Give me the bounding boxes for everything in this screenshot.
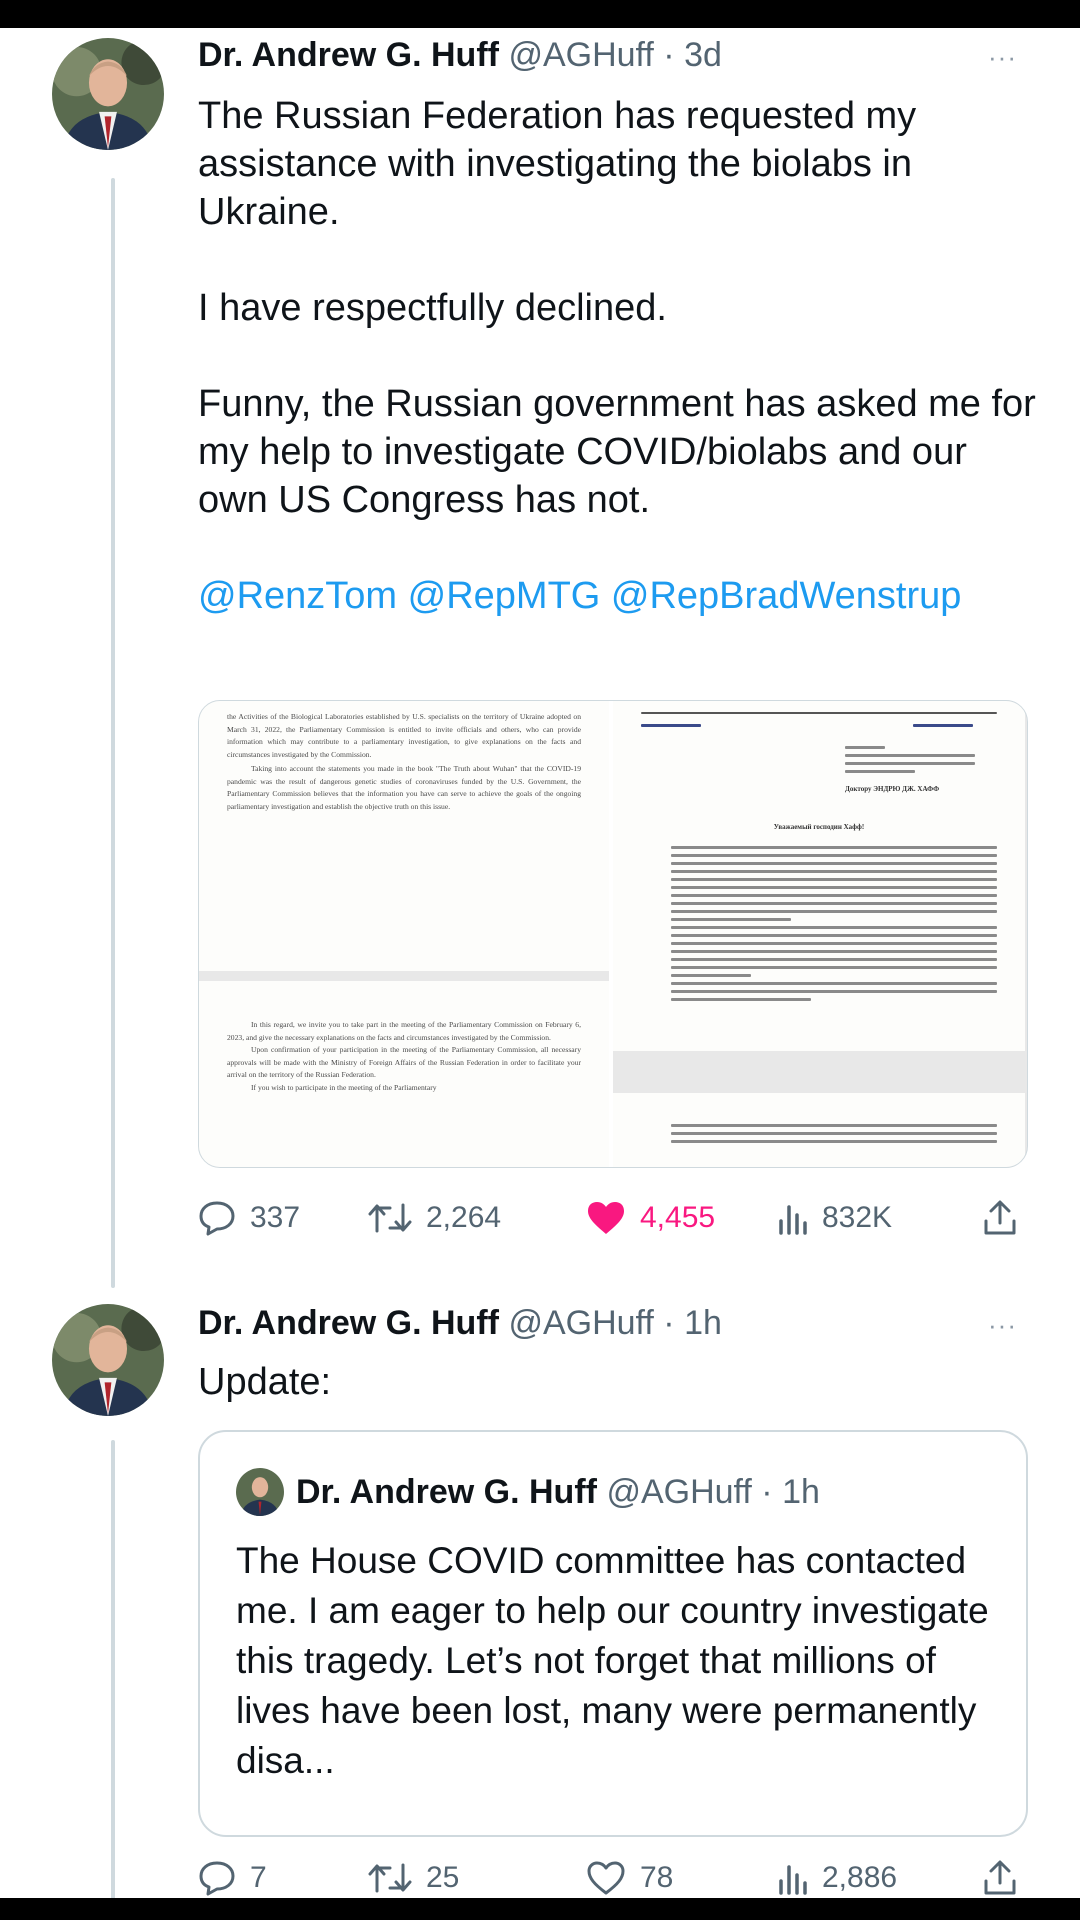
timestamp[interactable]: 1h [684, 1304, 722, 1342]
like-button[interactable]: 4,455 [586, 1198, 715, 1238]
timestamp[interactable]: 3d [684, 36, 722, 74]
tweet-header: Dr. Andrew G. Huff @AGHuff · 3d [198, 34, 722, 76]
letter-text: If you wish to participate in the meetin… [251, 1082, 437, 1092]
tweet-paragraph: The Russian Federation has requested my … [198, 95, 917, 233]
views-chart-icon [779, 1865, 807, 1895]
letter-body-lines [671, 841, 997, 1006]
reply-button[interactable]: 7 [198, 1858, 267, 1898]
thread-connector-line [111, 178, 115, 1288]
letter-salutation: Уважаемый господин Хафф! [773, 823, 865, 831]
quoted-author-name[interactable]: Dr. Andrew G. Huff [296, 1473, 597, 1511]
media-image-english-letter[interactable]: the Activities of the Biological Laborat… [199, 701, 613, 1167]
author-handle[interactable]: @AGHuff [508, 1304, 653, 1342]
views-button[interactable]: 2,886 [778, 1858, 897, 1898]
letter-text: the Activities of the Biological Laborat… [227, 712, 581, 759]
views-chart-icon [779, 1205, 807, 1235]
quoted-avatar[interactable] [236, 1468, 284, 1516]
tweet-paragraph: Funny, the Russian government has asked … [198, 383, 1036, 521]
tweet-actions: 7 25 78 2,886 [198, 1858, 1038, 1898]
reply-count: 7 [250, 1861, 267, 1894]
letter-reference-stamp [913, 719, 973, 732]
tweet-paragraph: I have respectfully declined. [198, 287, 667, 329]
tweet-paragraph: Update: [198, 1361, 332, 1403]
letter-date-stamp [641, 719, 701, 732]
views-count: 832K [822, 1201, 893, 1234]
tweet-body: The Russian Federation has requested my … [198, 92, 1038, 620]
share-button[interactable] [982, 1198, 1018, 1238]
retweet-count: 25 [426, 1861, 460, 1894]
avatar[interactable] [52, 38, 164, 150]
share-icon [984, 1200, 1016, 1235]
mention-links[interactable]: @RenzTom @RepMTG @RepBradWenstrup [198, 572, 1038, 620]
heart-outline-icon [587, 1861, 625, 1895]
like-count: 4,455 [640, 1201, 716, 1234]
reply-icon [199, 1861, 235, 1896]
letter-text: In this regard, we invite you to take pa… [227, 1020, 581, 1042]
letter-header-lines [641, 707, 997, 719]
quoted-author-handle[interactable]: @AGHuff [606, 1473, 751, 1511]
letter-page: the Activities of the Biological Laborat… [199, 701, 609, 971]
quoted-header: Dr. Andrew G. Huff @AGHuff · 1h [296, 1470, 820, 1514]
tweet-header: Dr. Andrew G. Huff @AGHuff · 1h [198, 1302, 722, 1344]
letter-text: Upon confirmation of your participation … [227, 1045, 581, 1079]
retweet-icon [368, 1863, 412, 1893]
author-name[interactable]: Dr. Andrew G. Huff [198, 36, 499, 74]
letter-page [613, 1093, 1025, 1167]
quoted-timestamp[interactable]: 1h [782, 1473, 820, 1511]
media-image-russian-letter[interactable]: Доктору ЭНДРЮ ДЖ. ХАФФ Уважаемый господи… [613, 701, 1025, 1167]
share-button[interactable] [982, 1858, 1018, 1898]
retweet-button[interactable]: 25 [368, 1858, 459, 1898]
quoted-text: The House COVID committee has contacted … [236, 1540, 989, 1781]
more-options-icon[interactable]: ··· [988, 1312, 1017, 1338]
like-button[interactable]: 78 [586, 1858, 673, 1898]
reply-count: 337 [250, 1201, 301, 1234]
retweet-count: 2,264 [426, 1201, 502, 1234]
separator-dot: · [663, 1304, 675, 1342]
retweet-icon [368, 1203, 412, 1233]
letter-text: Taking into account the statements you m… [227, 764, 581, 811]
views-count: 2,886 [822, 1861, 898, 1894]
letter-addressee: Доктору ЭНДРЮ ДЖ. ХАФФ [845, 785, 940, 793]
separator-dot: · [663, 36, 675, 74]
tweet-body: Update: [198, 1358, 1038, 1406]
more-options-icon[interactable]: ··· [988, 44, 1017, 70]
reply-icon [199, 1201, 235, 1236]
status-bar [0, 0, 1080, 28]
letter-page: In this regard, we invite you to take pa… [199, 981, 609, 1167]
letter-page: Доктору ЭНДРЮ ДЖ. ХАФФ Уважаемый господи… [613, 701, 1025, 1051]
reply-button[interactable]: 337 [198, 1198, 300, 1238]
author-handle[interactable]: @AGHuff [508, 36, 653, 74]
addressee-lines [845, 741, 975, 778]
tweet-actions: 337 2,264 4,455 832K [198, 1198, 1038, 1238]
like-count: 78 [640, 1861, 674, 1894]
separator-dot: · [761, 1473, 773, 1511]
heart-filled-icon [588, 1202, 624, 1234]
retweet-button[interactable]: 2,264 [368, 1198, 501, 1238]
quoted-tweet[interactable]: Dr. Andrew G. Huff @AGHuff · 1h The Hous… [198, 1430, 1028, 1837]
thread-connector-line [111, 1440, 115, 1900]
letter-body-lines [671, 1119, 997, 1148]
author-name[interactable]: Dr. Andrew G. Huff [198, 1304, 499, 1342]
tweet-media[interactable]: the Activities of the Biological Laborat… [198, 700, 1028, 1168]
share-icon [984, 1860, 1016, 1895]
avatar[interactable] [52, 1304, 164, 1416]
views-button[interactable]: 832K [778, 1198, 892, 1238]
navigation-bar [0, 1898, 1080, 1920]
